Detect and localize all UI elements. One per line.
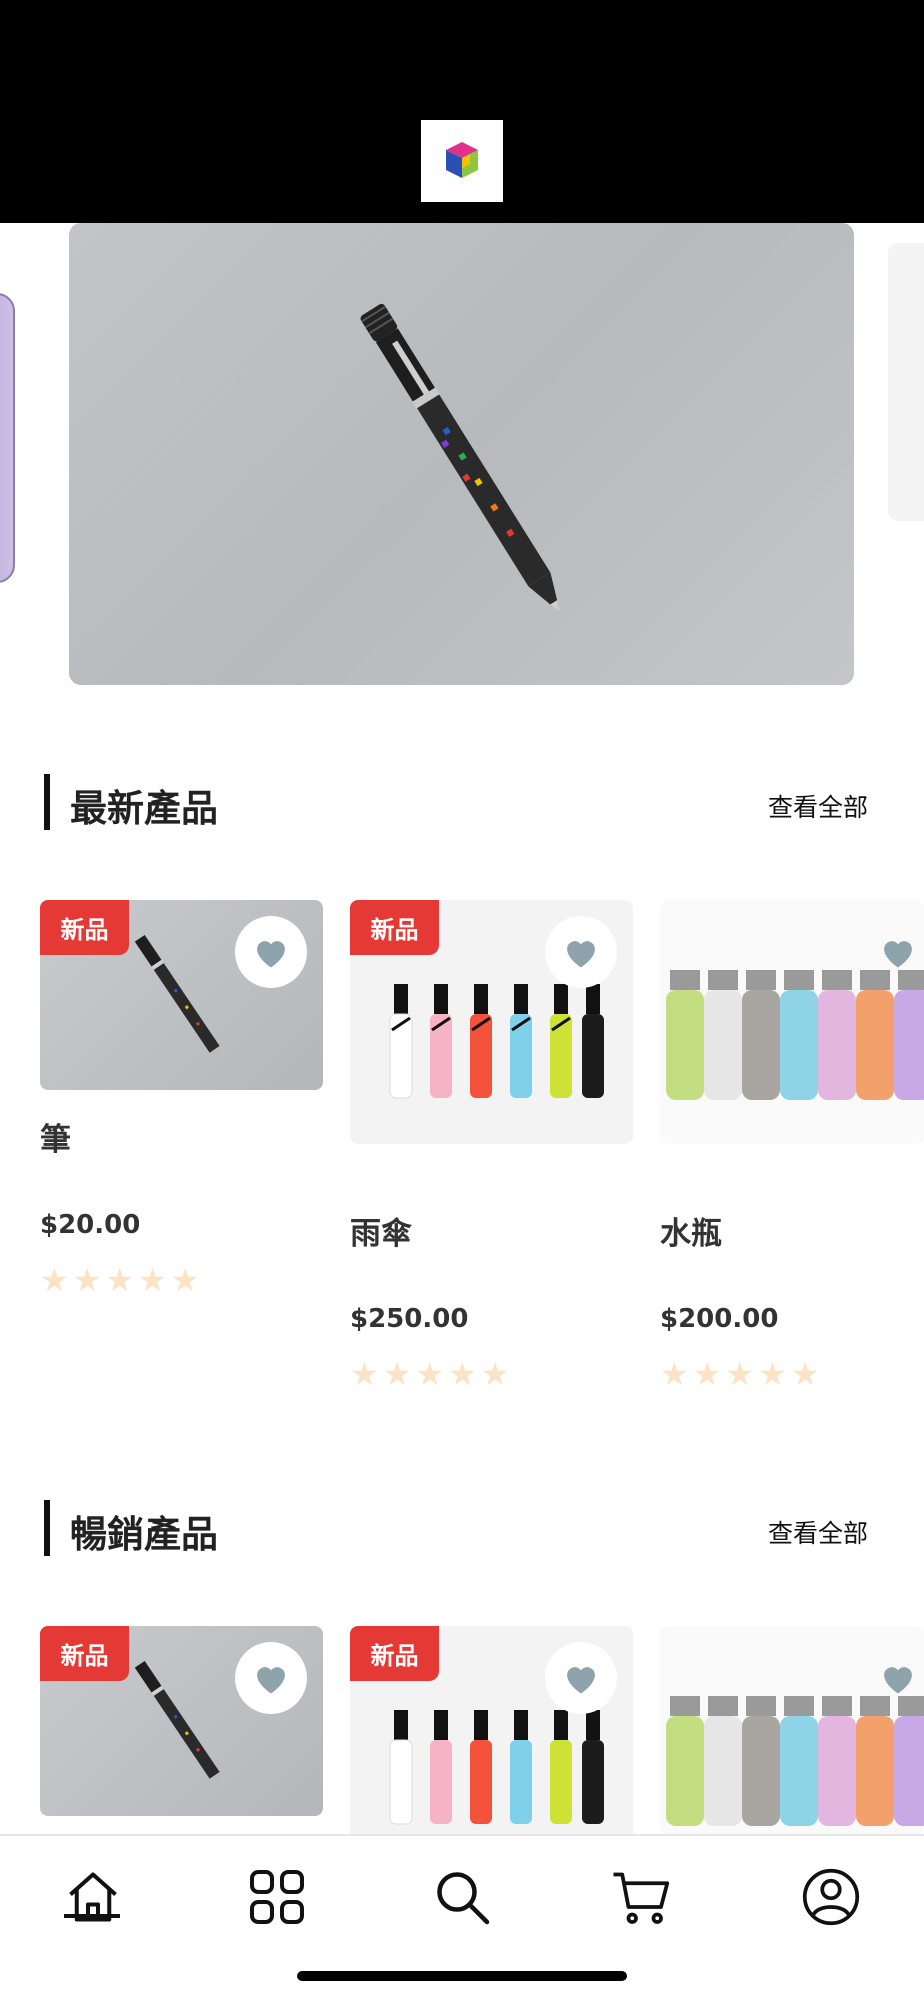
nav-profile[interactable] <box>786 1852 876 1942</box>
star-icon: ★ <box>382 1355 412 1393</box>
product-card[interactable]: 新品 <box>40 1626 323 1816</box>
nav-categories[interactable] <box>232 1852 322 1942</box>
star-icon: ★ <box>350 1355 379 1393</box>
star-icon: ★ <box>415 1355 445 1393</box>
best-sellers-header: 暢銷產品 查看全部 <box>0 1500 924 1560</box>
home-indicator[interactable] <box>297 1971 627 1981</box>
product-card[interactable] <box>660 1626 924 1834</box>
search-icon <box>437 1872 490 1925</box>
star-icon: ★ <box>725 1355 755 1393</box>
section-title: 最新產品 <box>70 787 218 830</box>
heart-icon <box>884 941 912 968</box>
star-icon: ★ <box>448 1355 477 1393</box>
heart-icon <box>257 1667 285 1694</box>
star-icon: ★ <box>758 1355 787 1393</box>
star-icon: ★ <box>480 1355 510 1393</box>
product-image[interactable]: 新品 <box>350 900 633 1144</box>
section-accent-bar <box>44 1500 50 1556</box>
rating-stars: ★ ★ ★ ★ ★ <box>660 1358 819 1390</box>
rating-stars: ★ ★ ★ ★ ★ <box>40 1264 199 1296</box>
star-icon: ★ <box>170 1261 200 1299</box>
product-image[interactable] <box>660 1626 924 1834</box>
app-logo[interactable] <box>421 120 503 202</box>
wishlist-button[interactable] <box>545 916 617 988</box>
product-name[interactable]: 筆 <box>40 1114 71 1159</box>
new-products-header: 最新產品 查看全部 <box>0 774 924 834</box>
cart-icon <box>613 1872 670 1924</box>
nav-cart[interactable] <box>596 1852 686 1942</box>
profile-icon <box>802 1868 860 1926</box>
carousel-next-slide[interactable] <box>888 243 924 521</box>
product-card[interactable]: 水瓶 $200.00 ★ ★ ★ ★ ★ <box>660 900 924 1390</box>
product-price: $20.00 <box>40 1210 141 1240</box>
heart-icon <box>567 941 595 968</box>
see-all-link[interactable]: 查看全部 <box>768 1514 868 1550</box>
product-name[interactable]: 雨傘 <box>350 1208 412 1253</box>
new-badge: 新品 <box>350 900 439 955</box>
product-card[interactable]: 新品 <box>350 1626 633 1834</box>
carousel-prev-slide[interactable] <box>0 223 18 593</box>
product-image[interactable]: 新品 <box>40 900 323 1090</box>
star-icon: ★ <box>138 1261 167 1299</box>
star-icon: ★ <box>105 1261 135 1299</box>
wishlist-button[interactable] <box>862 916 924 988</box>
product-price: $200.00 <box>660 1304 779 1334</box>
pen-image <box>360 303 560 611</box>
product-image[interactable] <box>660 900 924 1144</box>
wishlist-button[interactable] <box>235 916 307 988</box>
star-icon: ★ <box>72 1261 102 1299</box>
heart-icon <box>884 1667 912 1694</box>
product-image[interactable]: 新品 <box>350 1626 633 1834</box>
rating-stars: ★ ★ ★ ★ ★ <box>350 1358 509 1390</box>
star-icon: ★ <box>660 1355 689 1393</box>
product-price: $250.00 <box>350 1304 469 1334</box>
wishlist-button[interactable] <box>545 1642 617 1714</box>
top-bar <box>0 0 924 223</box>
active-tab-indicator <box>64 1914 120 1918</box>
new-badge: 新品 <box>40 900 129 955</box>
product-card[interactable]: 新品 雨傘 $250.00 ★ ★ ★ ★ ★ <box>350 900 633 1390</box>
product-name[interactable]: 水瓶 <box>660 1208 722 1253</box>
cube-logo-icon <box>446 142 478 178</box>
see-all-link[interactable]: 查看全部 <box>768 788 868 824</box>
section-accent-bar <box>44 774 50 830</box>
wishlist-button[interactable] <box>862 1642 924 1714</box>
wishlist-button[interactable] <box>235 1642 307 1714</box>
star-icon: ★ <box>40 1261 69 1299</box>
home-icon <box>69 1872 117 1922</box>
heart-icon <box>257 941 285 968</box>
section-title: 暢銷產品 <box>70 1513 218 1556</box>
banner-slide[interactable] <box>69 223 854 685</box>
nav-home[interactable] <box>48 1852 138 1942</box>
star-icon: ★ <box>692 1355 722 1393</box>
bottle-image <box>0 293 15 583</box>
product-image[interactable]: 新品 <box>40 1626 323 1816</box>
new-badge: 新品 <box>40 1626 129 1681</box>
nav-search[interactable] <box>417 1852 507 1942</box>
product-card[interactable]: 新品 筆 $20.00 ★ ★ ★ ★ ★ <box>40 900 323 1296</box>
heart-icon <box>567 1667 595 1694</box>
new-badge: 新品 <box>350 1626 439 1681</box>
star-icon: ★ <box>790 1355 820 1393</box>
categories-icon <box>250 1870 304 1924</box>
